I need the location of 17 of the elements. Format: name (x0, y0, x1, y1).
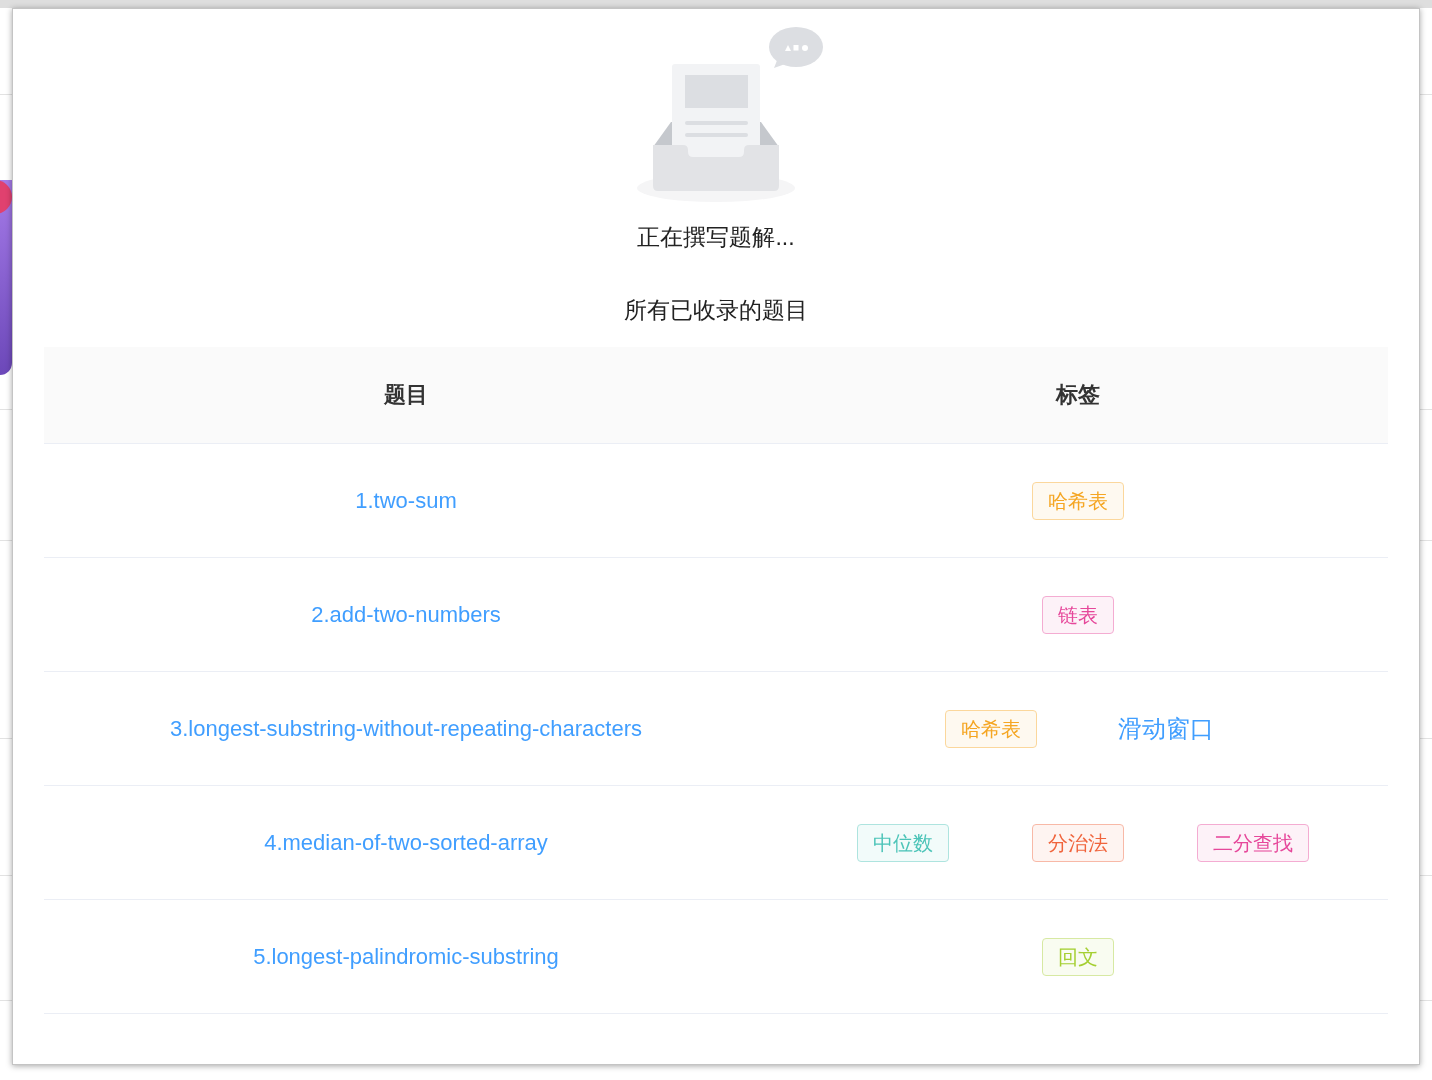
problem-link[interactable]: 2.add-two-numbers (311, 601, 501, 628)
tag-label: 回文 (1042, 937, 1114, 976)
problem-link[interactable]: 5.longest-palindromic-substring (253, 943, 559, 970)
problem-link[interactable]: 3.longest-substring-without-repeating-characters (170, 715, 642, 742)
section-title: 所有已收录的题目 (623, 296, 809, 325)
column-header: 题目 (384, 381, 428, 409)
empty-state-message: 正在撰写题解... (636, 223, 796, 252)
tag-label: 二分查找 (1197, 823, 1309, 862)
tag-label: 滑动窗口 (1117, 713, 1214, 744)
column-header: 标签 (1056, 381, 1100, 409)
tag-label: 链表 (1042, 595, 1114, 634)
tag-label: 中位数 (857, 823, 949, 862)
tag-label: 哈希表 (944, 709, 1037, 748)
problem-link[interactable]: 1.two-sum (355, 487, 457, 514)
problem-link[interactable]: 4.median-of-two-sorted-array (264, 829, 548, 856)
tag-label: 哈希表 (1032, 481, 1124, 520)
tag-label: 分治法 (1032, 823, 1124, 862)
